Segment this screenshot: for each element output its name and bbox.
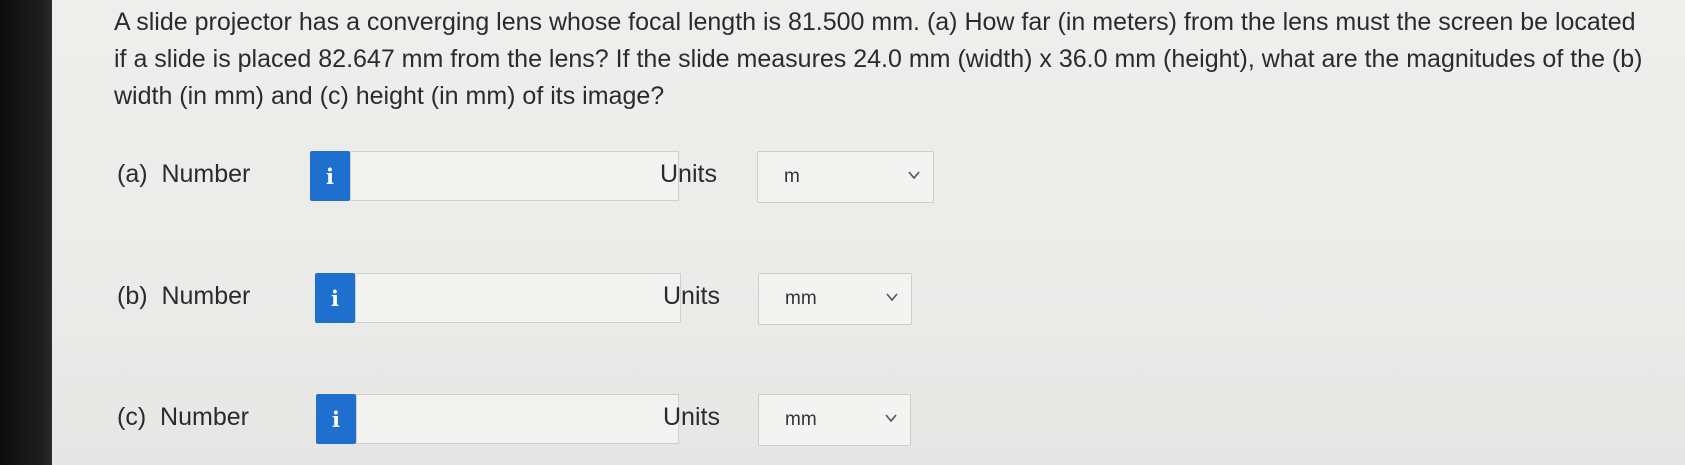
- info-icon[interactable]: i: [315, 273, 355, 323]
- part-b-number-input[interactable]: [355, 273, 681, 323]
- part-c-number-input[interactable]: [356, 394, 679, 444]
- screen-bezel: [0, 0, 52, 465]
- chevron-down-icon: [886, 293, 898, 302]
- part-c-units-select[interactable]: mm: [758, 394, 911, 446]
- part-b-units-select[interactable]: mm: [758, 273, 912, 325]
- part-b-units-label: Units: [663, 282, 720, 310]
- part-c-label: (c) Number: [117, 403, 249, 431]
- part-a-label: (a) Number: [117, 160, 251, 188]
- question-text: A slide projector has a converging lens …: [114, 8, 1643, 110]
- part-a-number-input[interactable]: [350, 151, 679, 201]
- part-b-label: (b) Number: [117, 282, 251, 310]
- part-c-units-value: mm: [785, 409, 817, 430]
- part-a-units-value: m: [784, 166, 800, 187]
- info-icon[interactable]: i: [310, 151, 350, 201]
- info-icon[interactable]: i: [316, 394, 356, 444]
- part-a-units-label: Units: [660, 160, 717, 188]
- part-a-units-select[interactable]: m: [757, 151, 934, 203]
- question-panel: A slide projector has a converging lens …: [52, 0, 1685, 465]
- chevron-down-icon: [885, 414, 897, 423]
- chevron-down-icon: [908, 171, 920, 180]
- part-b-units-value: mm: [785, 288, 817, 309]
- part-c-units-label: Units: [663, 403, 720, 431]
